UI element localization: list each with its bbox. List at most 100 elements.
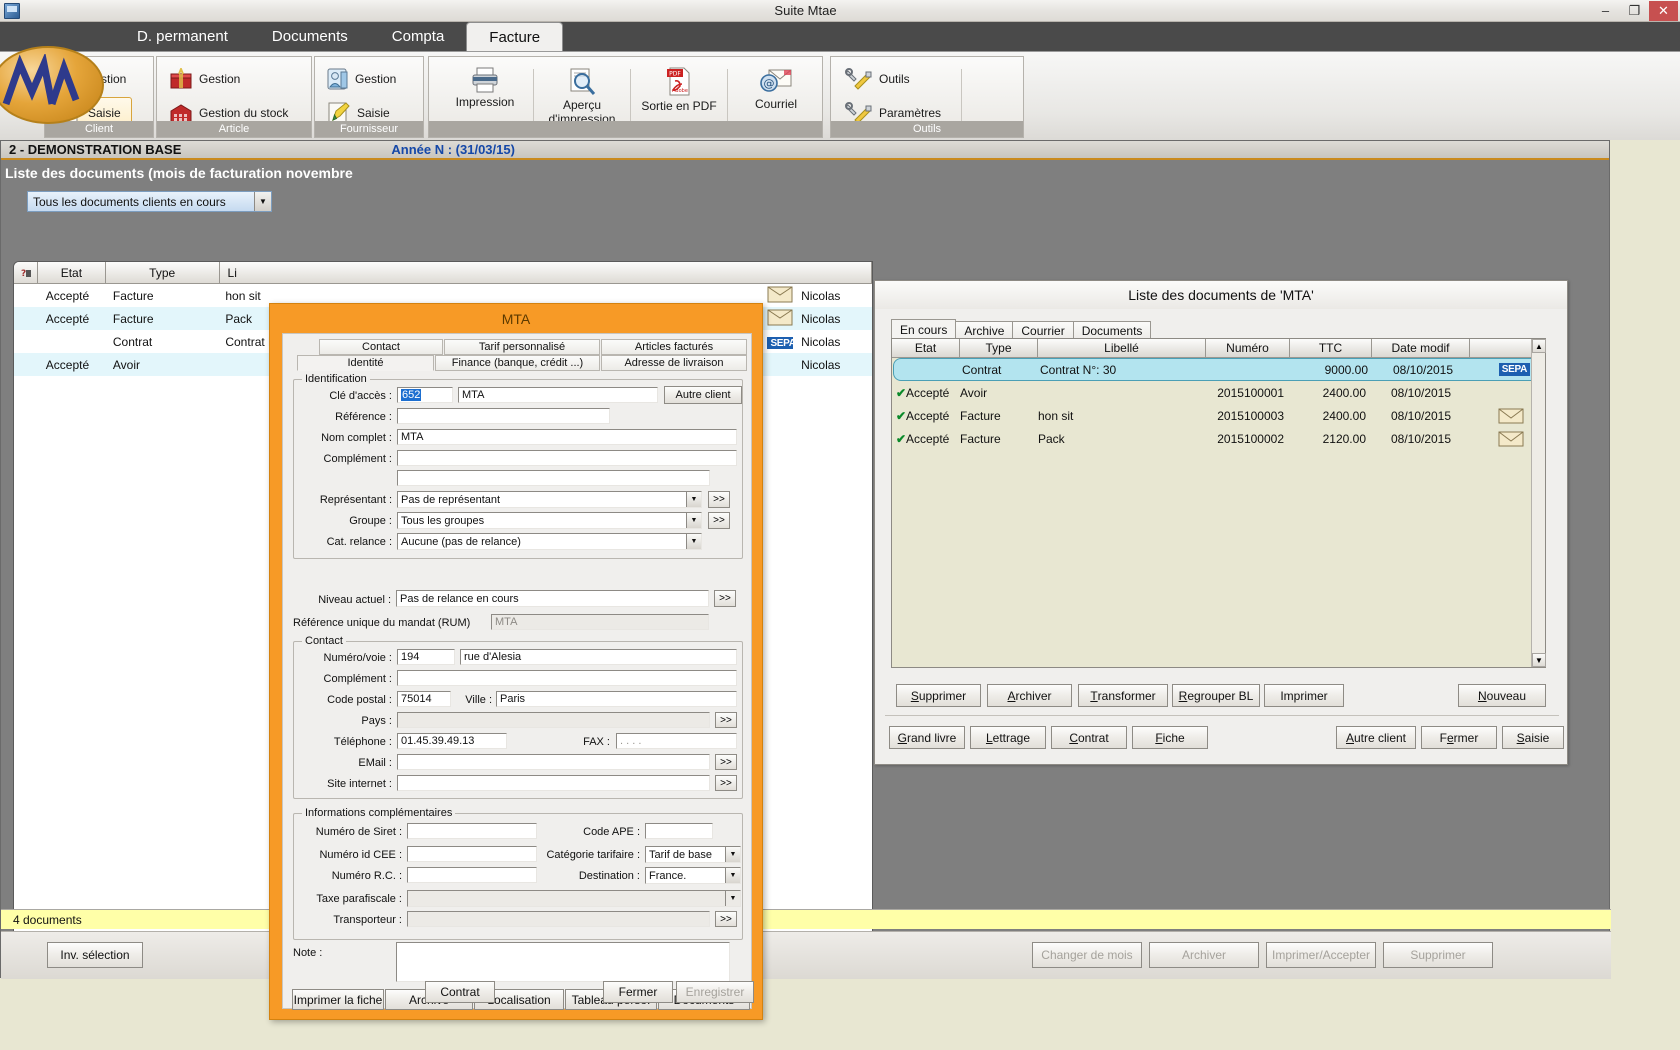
close-icon[interactable]: close-icon — [1545, 285, 1563, 303]
autre-client-button[interactable]: Autre client — [1336, 726, 1416, 749]
autre-client-dialog-button[interactable]: Autre client — [664, 386, 742, 404]
tab-contact[interactable]: Contact — [319, 339, 443, 355]
ribbon-tab-compta[interactable]: Compta — [370, 22, 467, 51]
ribbon-item-courriel[interactable]: @ Courriel — [728, 61, 824, 112]
dialog-contrat-button[interactable]: Contrat — [425, 981, 495, 1003]
siret-input[interactable] — [407, 823, 537, 839]
email-input[interactable] — [397, 754, 710, 770]
fax-input[interactable]: . . . . — [616, 733, 737, 749]
bg-col-etat[interactable]: Etat — [38, 262, 106, 284]
col-type[interactable]: Type — [960, 339, 1038, 358]
col-numero[interactable]: Numéro — [1206, 339, 1290, 358]
scroll-down-button[interactable]: ▼ — [1532, 653, 1546, 667]
chevron-down-icon[interactable]: ▼ — [686, 534, 701, 549]
col-date-modif[interactable]: Date modif — [1372, 339, 1470, 358]
chevron-down-icon[interactable]: ▼ — [254, 192, 271, 211]
reference-input[interactable] — [397, 408, 610, 424]
grid-config-icon[interactable]: ? — [14, 262, 38, 284]
code-postal-input[interactable]: 75014 — [397, 691, 451, 707]
document-grid[interactable]: Etat Type Libellé Numéro TTC Date modif … — [891, 338, 1546, 668]
fermer-button[interactable]: Fermer — [1421, 726, 1497, 749]
ribbon-item-apercu-impression[interactable]: Aperçu d'impression — [534, 61, 630, 127]
note-textarea[interactable] — [396, 942, 730, 982]
col-ttc[interactable]: TTC — [1290, 339, 1372, 358]
niveau-actuel-more-button[interactable]: >> — [714, 590, 736, 607]
ribbon-tab-documents[interactable]: Documents — [250, 22, 370, 51]
transporteur-more-button[interactable]: >> — [715, 911, 737, 927]
groupe-more-button[interactable]: >> — [708, 512, 730, 529]
maximize-button[interactable]: ❐ — [1620, 1, 1649, 21]
pays-input[interactable] — [397, 712, 710, 728]
chevron-down-icon[interactable]: ▼ — [725, 868, 740, 883]
transporteur-input[interactable] — [407, 911, 710, 927]
table-row[interactable]: ✔ Accepté Avoir 2015100001 2400.00 08/10… — [892, 381, 1545, 404]
supprimer-button[interactable]: Supprimer — [1383, 942, 1493, 968]
doc-nouveau-button[interactable]: Nouveau — [1458, 684, 1546, 707]
tab-tarif-personnalise[interactable]: Tarif personnalisé — [444, 339, 600, 355]
categorie-tarifaire-combo[interactable]: Tarif de base ▼ — [645, 846, 741, 863]
lettrage-button[interactable]: Lettrage — [970, 726, 1046, 749]
dialog-enregistrer-button[interactable]: Enregistrer — [676, 981, 754, 1003]
doc-transformer-button[interactable]: Transformer — [1078, 684, 1168, 707]
code-ape-input[interactable] — [645, 823, 713, 839]
chevron-down-icon[interactable]: ▼ — [686, 492, 701, 507]
complement-input-2[interactable] — [397, 470, 710, 486]
changer-de-mois-button[interactable]: Changer de mois — [1032, 942, 1142, 968]
grand-livre-button[interactable]: Grand livre — [889, 726, 965, 749]
table-row[interactable]: Contrat Contrat N°: 30 9000.00 08/10/201… — [893, 358, 1544, 381]
contact-complement-input[interactable] — [397, 670, 737, 686]
ribbon-tab-facture[interactable]: Facture — [466, 22, 563, 51]
site-internet-input[interactable] — [397, 775, 710, 791]
chevron-down-icon[interactable]: ▼ — [686, 513, 701, 528]
telephone-input[interactable]: 01.45.39.49.13 — [397, 733, 507, 749]
chevron-down-icon[interactable]: ▼ — [725, 847, 740, 862]
archiver-button[interactable]: Archiver — [1149, 942, 1259, 968]
ribbon-item-article-gestion[interactable]: Gestion — [163, 63, 294, 95]
complement-input[interactable] — [397, 450, 737, 466]
ville-input[interactable]: Paris — [496, 691, 737, 707]
numero-voie-number-input[interactable]: 194 — [397, 649, 455, 665]
doc-regrouper-bl-button[interactable]: Regrouper BL — [1172, 684, 1260, 707]
representant-more-button[interactable]: >> — [708, 491, 730, 508]
imprimer-accepter-button[interactable]: Imprimer/Accepter — [1266, 942, 1376, 968]
representant-combo[interactable]: Pas de représentant ▼ — [397, 491, 702, 508]
site-internet-more-button[interactable]: >> — [715, 775, 737, 791]
document-filter-combo[interactable]: Tous les documents clients en cours ▼ — [27, 191, 272, 212]
bg-col-type[interactable]: Type — [106, 262, 220, 284]
tab-adresse-livraison[interactable]: Adresse de livraison — [601, 355, 747, 371]
numero-voie-street-input[interactable]: rue d'Alesia — [460, 649, 737, 665]
cle-acces-key-input[interactable]: 652 — [397, 387, 453, 403]
cle-acces-name-input[interactable]: MTA — [458, 387, 658, 403]
minimize-button[interactable]: – — [1591, 1, 1620, 21]
inv-selection-button[interactable]: Inv. sélection — [47, 942, 143, 968]
contrat-button[interactable]: Contrat — [1051, 726, 1127, 749]
cee-input[interactable] — [407, 846, 537, 862]
tab-finance[interactable]: Finance (banque, crédit ...) — [435, 355, 600, 371]
col-etat[interactable]: Etat — [892, 339, 960, 358]
groupe-combo[interactable]: Tous les groupes ▼ — [397, 512, 702, 529]
rc-input[interactable] — [407, 867, 537, 883]
nom-complet-input[interactable]: MTA — [397, 429, 737, 445]
tab-identite[interactable]: Identité — [297, 355, 434, 371]
ribbon-item-outils[interactable]: Outils — [839, 63, 947, 95]
col-libelle[interactable]: Libellé — [1038, 339, 1206, 358]
table-row[interactable]: ✔ Accepté Facture Pack 2015100002 2120.0… — [892, 427, 1545, 450]
doc-archiver-button[interactable]: Archiver — [987, 684, 1072, 707]
imprimer-la-fiche-button[interactable]: Imprimer la fiche — [292, 989, 384, 1010]
tab-articles-factures[interactable]: Articles facturés — [601, 339, 747, 355]
saisie-button[interactable]: Saisie — [1502, 726, 1564, 749]
doc-supprimer-button[interactable]: Supprimer — [896, 684, 981, 707]
grid-vertical-scrollbar[interactable]: ▲ ▼ — [1531, 339, 1545, 667]
cat-relance-combo[interactable]: Aucune (pas de relance) ▼ — [397, 533, 702, 550]
email-more-button[interactable]: >> — [715, 754, 737, 770]
table-row[interactable]: ✔ Accepté Facture hon sit 2015100003 240… — [892, 404, 1545, 427]
bg-col-libelle[interactable]: Li — [220, 262, 872, 284]
ribbon-tab-d-permanent[interactable]: D. permanent — [115, 22, 250, 51]
chevron-down-icon[interactable]: ▼ — [725, 891, 740, 906]
scroll-up-button[interactable]: ▲ — [1532, 339, 1546, 353]
taxe-parafiscale-combo[interactable]: ▼ — [407, 890, 741, 907]
doc-imprimer-button[interactable]: Imprimer — [1264, 684, 1344, 707]
pays-more-button[interactable]: >> — [715, 712, 737, 728]
close-button[interactable]: ✕ — [1649, 1, 1678, 21]
ribbon-item-fournisseur-gestion[interactable]: Gestion — [321, 63, 402, 95]
